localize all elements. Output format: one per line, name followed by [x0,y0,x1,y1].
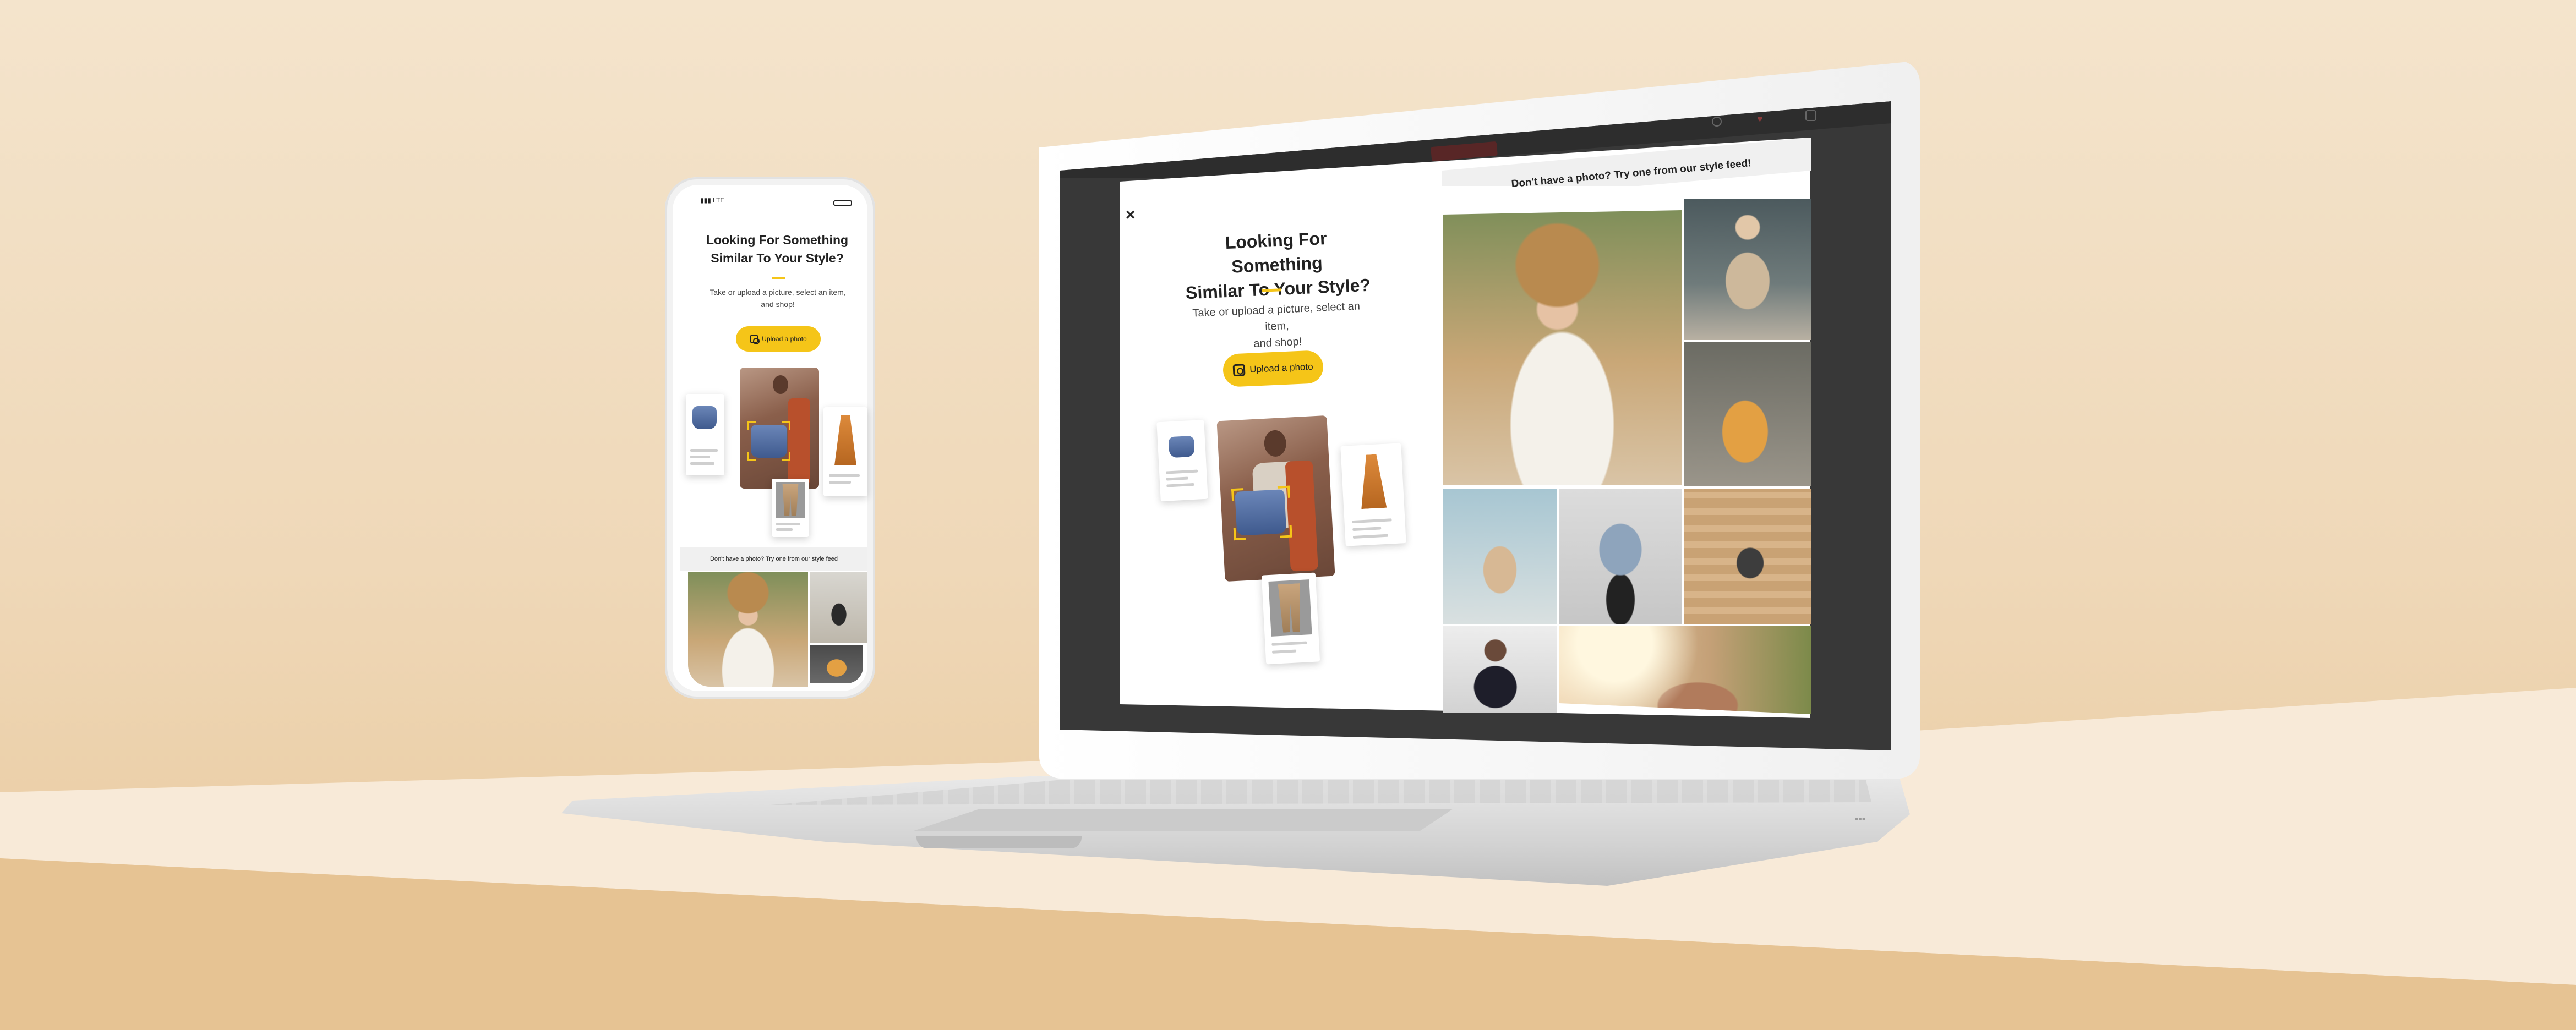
phone-title-line: Similar To Your Style? [711,251,844,265]
woman-head [773,375,788,394]
bag-thumbnail [692,406,717,429]
sample-photo-woman [1216,415,1335,582]
feed-photo-mustard-bag[interactable] [1684,342,1811,486]
close-icon[interactable]: × [1126,206,1142,226]
phone-feed-photo-swimwear[interactable] [810,572,867,643]
network-label: LTE [713,196,725,204]
feed-photo-trench-coat[interactable] [1684,199,1811,340]
phone-product-card-pants [772,479,809,537]
feed-photo-sunlit-portrait[interactable] [1559,626,1811,714]
product-card-bag [1156,419,1208,502]
feed-photo-street-style[interactable] [1684,489,1811,624]
modal-subtitle: Take or upload a picture, select an item… [1182,298,1372,355]
camera-scan-icon [750,335,760,344]
phone-product-card-coat [823,407,867,496]
phone-title-accent [772,277,785,279]
coat-thumbnail [834,415,856,465]
feed-photo-denim-jacket[interactable] [1559,489,1682,624]
product-card-coat [1340,443,1406,546]
phone-product-card-bag [686,394,724,475]
phone-subtitle: Take or upload a picture, select an item… [700,286,855,310]
laptop-ports-icon: ▪▪▪ [1855,813,1866,824]
feed-photo-black-dress[interactable] [1443,626,1557,713]
camera-scan-icon [1232,364,1246,377]
phone-subtitle-line: Take or upload a picture, select an item… [710,288,846,297]
cart-icon [1805,110,1816,121]
battery-icon [833,200,852,206]
product-card-pants [1261,572,1320,665]
feed-photo-sneaker-heels[interactable] [1443,489,1557,624]
phone-title: Looking For Something Similar To Your St… [695,231,860,267]
phone-style-feed-title: Don't have a photo? Try one from our sty… [710,556,838,562]
heart-icon: ♥ [1757,113,1763,124]
phone-status-bar: ▮▮▮ LTE [700,196,724,204]
phone-title-line: Looking For Something [706,233,849,247]
user-icon [1712,117,1722,127]
modal-title-line: Looking For Something [1224,228,1328,277]
phone-upload-photo-button[interactable]: Upload a photo [736,326,821,352]
bag-thumbnail [1168,435,1195,458]
laptop-lid-notch [916,836,1082,848]
upload-photo-label: Upload a photo [1249,361,1313,375]
woman-coat [788,398,810,484]
laptop-trackpad [914,809,1453,831]
phone-sample-photo [740,368,819,489]
upload-photo-button[interactable]: Upload a photo [1222,350,1324,387]
phone-style-feed-header: Don't have a photo? Try one from our sty… [680,547,867,571]
signal-icon: ▮▮▮ [700,196,711,204]
phone-upload-label: Upload a photo [762,335,807,343]
modal-title: Looking For Something Similar To Your St… [1182,224,1372,305]
feed-photo-straw-hat[interactable] [1443,210,1682,485]
phone-subtitle-line: and shop! [761,300,795,309]
phone-feed-photo-orange-bag[interactable] [810,645,863,683]
phone-feed-photo-straw-hat[interactable] [688,572,808,687]
woman-coat [1285,460,1318,572]
woman-head [1263,429,1287,457]
coat-thumbnail [1358,454,1387,509]
